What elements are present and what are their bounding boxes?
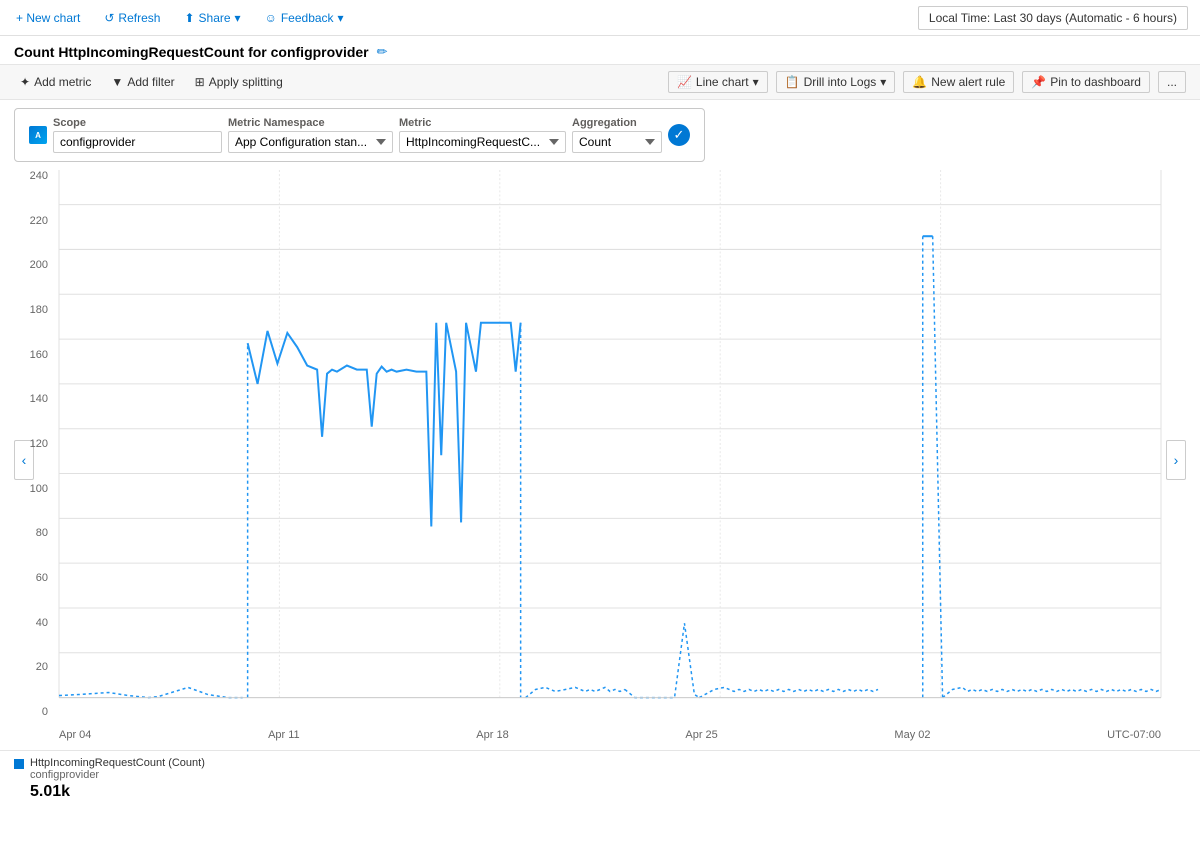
y-label-0: 0 [14, 706, 54, 718]
scope-field: Scope [53, 117, 222, 153]
metric-field: Metric HttpIncomingRequestC... [399, 117, 566, 153]
toolbar: ✦ Add metric ▼ Add filter ⊞ Apply splitt… [0, 64, 1200, 100]
line-chart-svg [59, 170, 1161, 720]
y-label-160: 160 [14, 349, 54, 361]
y-label-40: 40 [14, 617, 54, 629]
filter-icon: ▼ [111, 75, 123, 89]
y-label-120: 120 [14, 438, 54, 450]
y-label-140: 140 [14, 393, 54, 405]
share-button[interactable]: ⬆ Share ▾ [180, 9, 244, 27]
logs-chevron-icon: ▾ [880, 75, 886, 89]
line-chart-icon: 📈 [677, 75, 692, 89]
split-icon: ⊞ [195, 75, 205, 89]
aggregation-field: Aggregation Count [572, 117, 662, 153]
y-label-240: 240 [14, 170, 54, 182]
x-label-may02: May 02 [894, 729, 930, 741]
x-label-apr25: Apr 25 [685, 729, 717, 741]
share-chevron-icon: ▾ [235, 11, 241, 25]
x-label-apr04: Apr 04 [59, 729, 91, 741]
namespace-label: Metric Namespace [228, 117, 393, 129]
chart-inner [59, 170, 1161, 720]
y-label-20: 20 [14, 661, 54, 673]
new-alert-rule-button[interactable]: 🔔 New alert rule [903, 71, 1014, 93]
new-chart-button[interactable]: + New chart [12, 9, 84, 27]
top-bar: + New chart ↺ Refresh ⬆ Share ▾ ☺ Feedba… [0, 0, 1200, 36]
legend-series-value: 5.01k [30, 783, 205, 801]
x-label-apr11: Apr 11 [268, 729, 300, 741]
metric-label: Metric [399, 117, 566, 129]
legend-bar: HttpIncomingRequestCount (Count) configp… [0, 750, 1200, 807]
y-label-60: 60 [14, 572, 54, 584]
logs-icon: 📋 [785, 75, 800, 89]
chart-title-bar: Count HttpIncomingRequestCount for confi… [0, 36, 1200, 64]
namespace-select[interactable]: App Configuration stan... [228, 131, 393, 153]
apply-splitting-button[interactable]: ⊞ Apply splitting [189, 72, 289, 92]
x-axis: Apr 04 Apr 11 Apr 18 Apr 25 May 02 UTC-0… [59, 720, 1161, 750]
feedback-chevron-icon: ▾ [338, 11, 344, 25]
scope-label: Scope [53, 117, 222, 129]
aggregation-select[interactable]: Count [572, 131, 662, 153]
y-label-200: 200 [14, 259, 54, 271]
metric-select[interactable]: HttpIncomingRequestC... [399, 131, 566, 153]
y-label-220: 220 [14, 215, 54, 227]
chart-nav-right[interactable]: › [1166, 440, 1186, 480]
feedback-button[interactable]: ☺ Feedback ▾ [261, 9, 348, 27]
legend-series-sub: configprovider [30, 769, 205, 781]
feedback-icon: ☺ [265, 11, 277, 25]
more-options-button[interactable]: ... [1158, 71, 1186, 93]
pin-icon: 📌 [1031, 75, 1046, 89]
share-icon: ⬆ [184, 11, 194, 25]
line-chart-chevron-icon: ▾ [753, 75, 759, 89]
refresh-icon: ↺ [104, 11, 114, 25]
add-metric-button[interactable]: ✦ Add metric [14, 72, 97, 92]
confirm-metric-button[interactable]: ✓ [668, 124, 690, 146]
legend-color-swatch [14, 759, 24, 769]
chart-title: Count HttpIncomingRequestCount for confi… [14, 44, 369, 60]
line-chart-button[interactable]: 📈 Line chart ▾ [668, 71, 768, 93]
refresh-button[interactable]: ↺ Refresh [100, 9, 164, 27]
y-label-180: 180 [14, 304, 54, 316]
aggregation-label: Aggregation [572, 117, 662, 129]
edit-chart-title-icon[interactable]: ✏ [377, 44, 388, 60]
y-label-100: 100 [14, 483, 54, 495]
y-axis: 0 20 40 60 80 100 120 140 160 180 200 22… [14, 170, 54, 720]
x-label-apr18: Apr 18 [476, 729, 508, 741]
time-range-selector[interactable]: Local Time: Last 30 days (Automatic - 6 … [918, 6, 1188, 30]
y-label-80: 80 [14, 527, 54, 539]
scope-input[interactable] [53, 131, 222, 153]
namespace-field: Metric Namespace App Configuration stan.… [228, 117, 393, 153]
pin-to-dashboard-button[interactable]: 📌 Pin to dashboard [1022, 71, 1150, 93]
add-metric-icon: ✦ [20, 75, 30, 89]
x-label-utc: UTC-07:00 [1107, 729, 1161, 741]
toolbar-right: 📈 Line chart ▾ 📋 Drill into Logs ▾ 🔔 New… [668, 71, 1186, 93]
top-bar-left: + New chart ↺ Refresh ⬆ Share ▾ ☺ Feedba… [12, 9, 348, 27]
legend-series-name: HttpIncomingRequestCount (Count) [30, 757, 205, 769]
alert-icon: 🔔 [912, 75, 927, 89]
add-filter-button[interactable]: ▼ Add filter [105, 72, 180, 92]
toolbar-left: ✦ Add metric ▼ Add filter ⊞ Apply splitt… [14, 72, 289, 92]
chart-area: ‹ › 0 20 40 60 80 100 120 140 160 180 20… [14, 170, 1186, 750]
scope-resource-icon: A [29, 126, 47, 144]
metric-config-row: A Scope Metric Namespace App Configurati… [14, 108, 705, 162]
legend-text: HttpIncomingRequestCount (Count) configp… [30, 757, 205, 801]
drill-into-logs-button[interactable]: 📋 Drill into Logs ▾ [776, 71, 896, 93]
